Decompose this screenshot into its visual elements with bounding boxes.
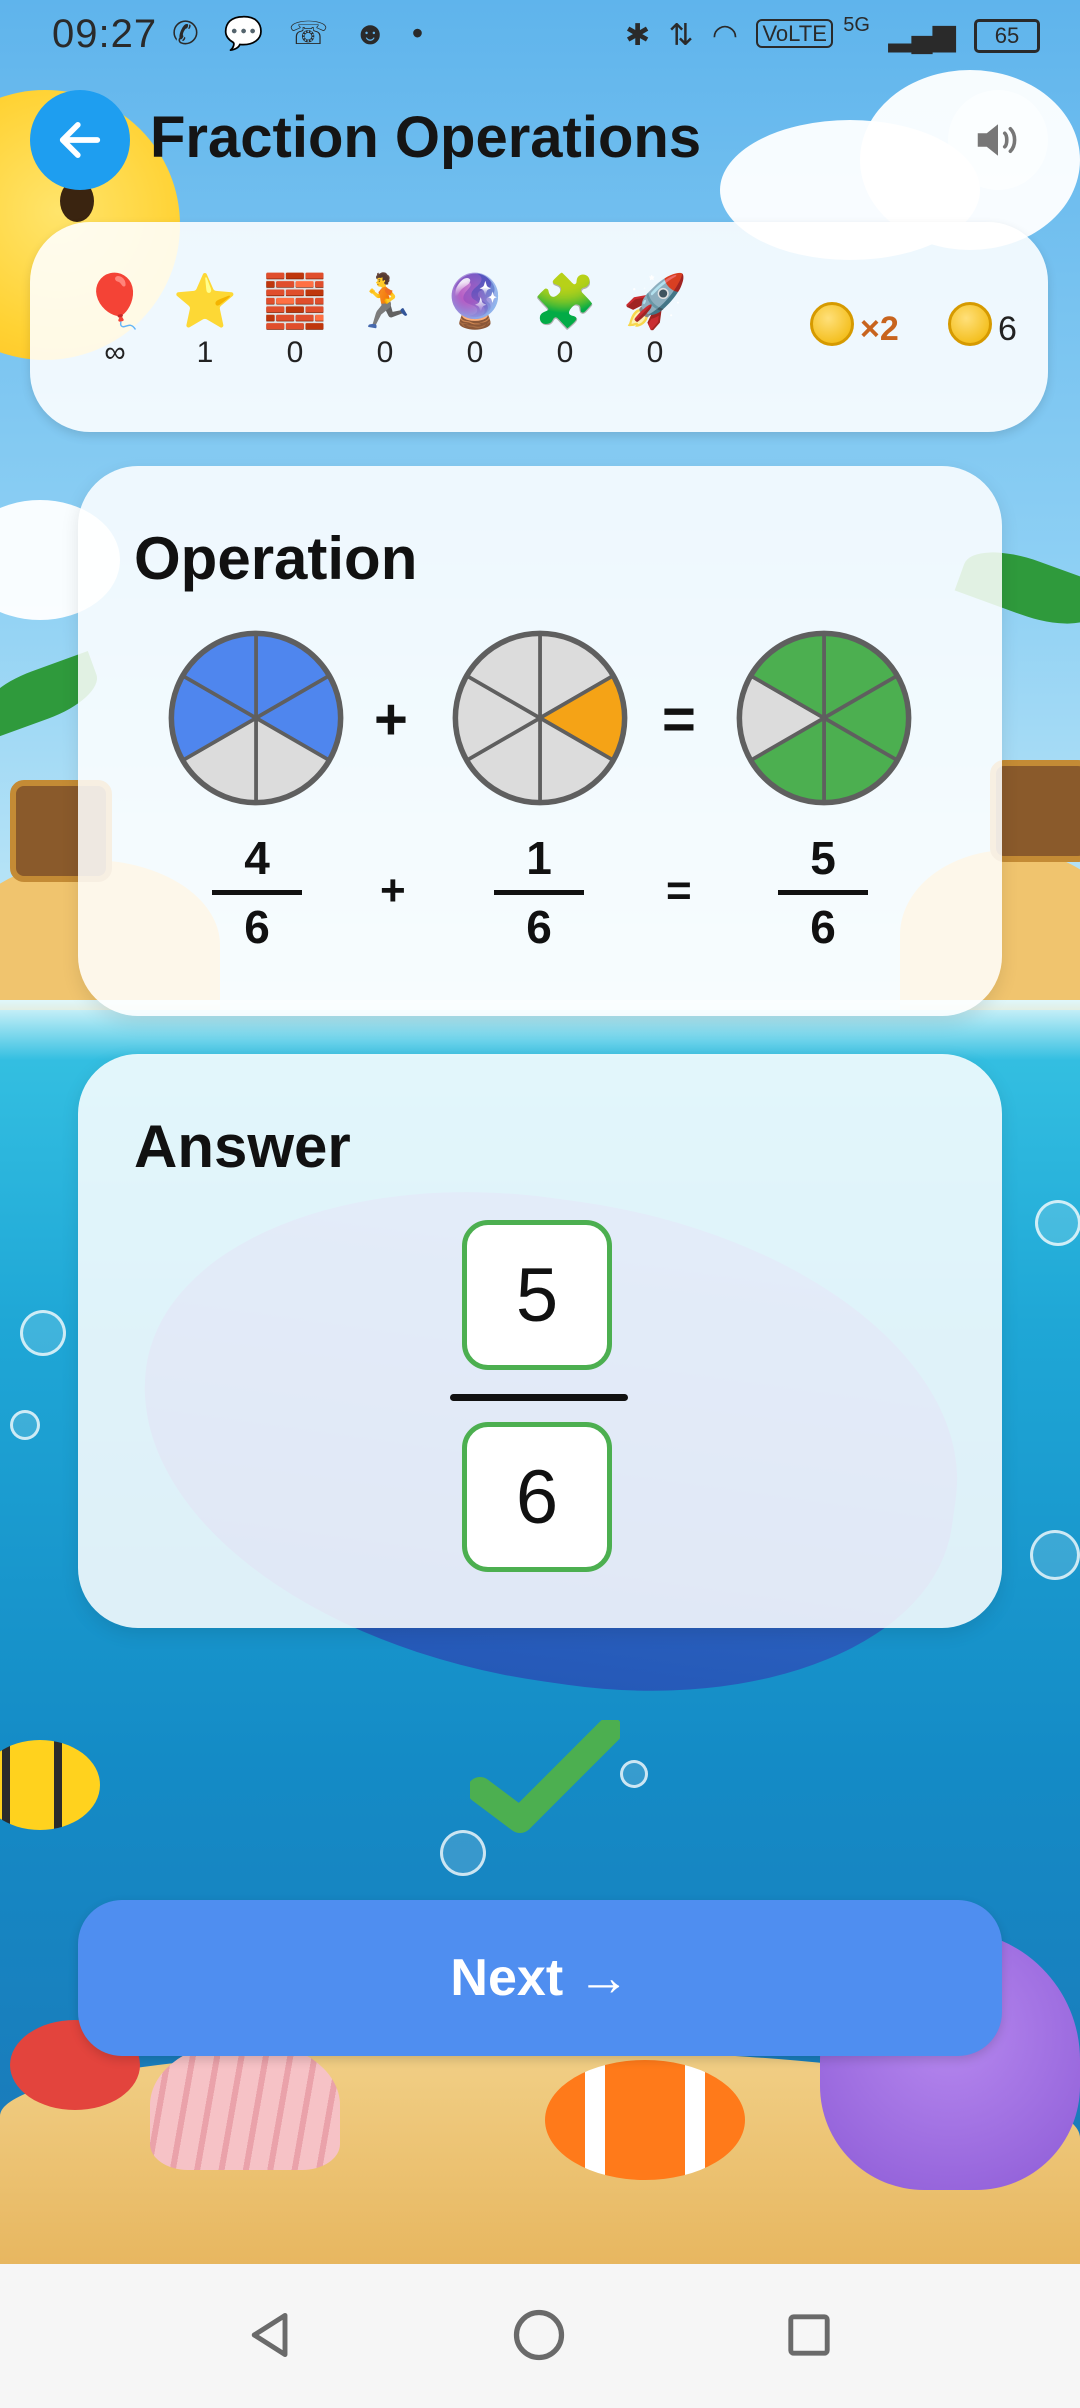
powerup-balloon[interactable]: 🎈 ∞ — [80, 272, 150, 370]
seashell — [150, 2040, 340, 2170]
system-nav-bar — [0, 2264, 1080, 2408]
coin-total: 6 — [948, 302, 1017, 349]
coin-total-value: 6 — [998, 310, 1017, 348]
balloon-icon: 🎈 — [82, 273, 148, 331]
right-denominator: 6 — [526, 901, 552, 953]
volte-badge: VoLTE — [756, 19, 833, 48]
powerups-bar: 🎈 ∞ ⭐ 1 🧱 0 🏃 0 🔮 0 🧩 0 🚀 0 ×2 6 — [30, 222, 1048, 432]
powerup-count: 0 — [646, 336, 664, 369]
answer-fraction-bar — [450, 1394, 628, 1401]
treasure-chest — [990, 760, 1080, 862]
powerup-count: 0 — [286, 336, 304, 369]
fraction-bar — [494, 890, 584, 895]
nav-recents-button[interactable] — [774, 2300, 844, 2370]
speaker-icon — [977, 124, 1017, 156]
nav-home-icon — [513, 2309, 565, 2361]
powerup-crystal-ball[interactable]: 🔮 0 — [440, 272, 510, 370]
back-button[interactable] — [30, 90, 130, 190]
wifi-icon: ◠ — [711, 19, 739, 52]
app-icon: ☻ — [353, 15, 388, 51]
coin-icon — [948, 302, 992, 346]
bubble — [20, 1310, 66, 1356]
left-fraction-pie — [168, 630, 344, 806]
right-fraction-pie — [452, 630, 628, 806]
result-fraction: 5 6 — [778, 832, 868, 953]
nav-back-icon — [251, 2312, 288, 2358]
powerup-runner[interactable]: 🏃 0 — [350, 272, 420, 370]
whatsapp-icon: ✆ — [172, 15, 199, 51]
data-arrows-icon: ⇅ — [668, 19, 694, 52]
dot-icon: • — [411, 15, 424, 51]
plus-sign: + — [374, 687, 408, 752]
rocket-icon: 🚀 — [622, 273, 688, 331]
arrow-left-icon — [59, 122, 101, 158]
chat-icon: 💬 — [223, 15, 264, 51]
operation-title: Operation — [134, 525, 418, 592]
nav-recents-icon — [788, 2314, 830, 2356]
bubble — [1030, 1530, 1080, 1580]
powerup-count: 1 — [196, 336, 214, 369]
answer-title: Answer — [134, 1113, 351, 1180]
powerup-count: 0 — [376, 336, 394, 369]
denominator-input[interactable]: 6 — [462, 1422, 612, 1572]
bubble — [10, 1410, 40, 1440]
operation-card: Operation + = 4 6 + 1 6 = 5 6 — [78, 466, 1002, 1016]
powerup-puzzle[interactable]: 🧩 0 — [530, 272, 600, 370]
powerup-star[interactable]: ⭐ 1 — [170, 272, 240, 370]
numerator-input[interactable]: 5 — [462, 1220, 612, 1370]
nav-back-button[interactable] — [236, 2300, 306, 2370]
coin-multiplier-value: ×2 — [860, 310, 899, 348]
signal-icon: ▂▄▆ — [888, 19, 956, 52]
powerup-count: ∞ — [104, 336, 126, 369]
powerup-count: 0 — [556, 336, 574, 369]
crystal-ball-icon: 🔮 — [442, 273, 508, 331]
network-type: 5G — [843, 14, 870, 36]
left-fraction: 4 6 — [212, 832, 302, 953]
page-title: Fraction Operations — [150, 105, 702, 170]
bluetooth-icon: ✱ — [624, 19, 651, 52]
left-denominator: 6 — [244, 901, 270, 953]
status-time: 09:27 — [52, 12, 158, 56]
bubble — [620, 1760, 648, 1788]
right-numerator: 1 — [526, 832, 552, 884]
coin-icon — [810, 302, 854, 346]
right-fraction: 1 6 — [494, 832, 584, 953]
fraction-bar — [212, 890, 302, 895]
next-button[interactable]: Next → — [78, 1900, 1002, 2056]
correct-check-icon — [470, 1720, 620, 1833]
system-icons: ✱ ⇅ ◠ VoLTE 5G ▂▄▆ 65 — [615, 14, 1040, 53]
answer-card: Answer 5 6 — [78, 1054, 1002, 1628]
battery-icon: 65 — [974, 19, 1040, 53]
notification-icons: ✆ 💬 ☏ ☻ • — [172, 14, 439, 52]
fraction-plus-sign: + — [380, 866, 406, 915]
missed-call-icon: ☏ — [288, 15, 329, 51]
result-fraction-pie — [736, 630, 912, 806]
bubble — [1035, 1200, 1080, 1246]
equals-sign: = — [662, 687, 696, 752]
powerup-count: 0 — [466, 336, 484, 369]
puzzle-icon: 🧩 — [532, 273, 598, 331]
clownfish — [545, 2060, 745, 2180]
fraction-equals-sign: = — [666, 866, 692, 915]
status-bar: 09:27 ✆ 💬 ☏ ☻ • ✱ ⇅ ◠ VoLTE 5G ▂▄▆ 65 — [0, 0, 1080, 72]
powerup-rocket[interactable]: 🚀 0 — [620, 272, 690, 370]
result-numerator: 5 — [810, 832, 836, 884]
powerup-brick[interactable]: 🧱 0 — [260, 272, 330, 370]
fraction-bar — [778, 890, 868, 895]
sound-button[interactable] — [948, 90, 1048, 190]
result-denominator: 6 — [810, 901, 836, 953]
runner-icon: 🏃 — [352, 273, 418, 331]
star-icon: ⭐ — [172, 273, 238, 331]
nav-home-button[interactable] — [504, 2300, 574, 2370]
coin-multiplier: ×2 — [810, 302, 899, 349]
brick-icon: 🧱 — [262, 273, 328, 331]
left-numerator: 4 — [244, 832, 270, 884]
